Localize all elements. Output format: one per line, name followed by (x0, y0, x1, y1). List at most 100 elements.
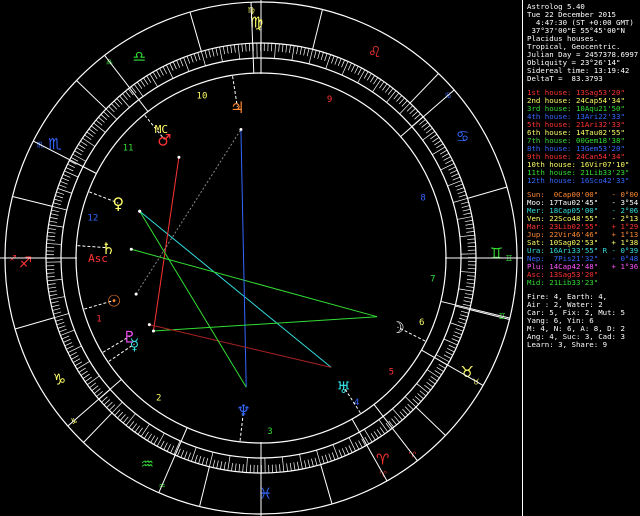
degree-tick (190, 54, 194, 63)
degree-tick (286, 463, 288, 472)
degree-tick (392, 408, 403, 421)
degree-tick (230, 45, 233, 54)
degree-tick (348, 437, 356, 452)
degree-tick (281, 44, 284, 53)
degree-tick (137, 427, 143, 435)
degree-tick (393, 92, 400, 100)
degree-tick (296, 46, 299, 55)
degree-tick (119, 414, 126, 421)
degree-tick (435, 354, 450, 363)
degree-tick (385, 422, 391, 430)
house-number: 12 (87, 213, 98, 223)
degree-tick (208, 49, 211, 58)
degree-tick (376, 429, 382, 437)
degree-tick (212, 459, 216, 468)
degree-tick (46, 272, 55, 274)
degree-tick (150, 435, 156, 443)
degree-tick (219, 46, 223, 62)
degree-tick (341, 448, 346, 456)
planet-position-line: Sun: 0Cap00'00" - 0°00' (527, 191, 640, 199)
house-cusp-line: 1st house: 13Sag53'20" (527, 89, 625, 97)
degree-tick (47, 283, 56, 285)
degree-tick (241, 43, 243, 52)
degree-tick (198, 455, 202, 464)
sign-divider (320, 464, 333, 505)
sun-glyph: ☉ (107, 291, 121, 310)
house-number: 7 (430, 274, 435, 284)
aspect-point (151, 329, 155, 333)
degree-tick (281, 456, 285, 472)
jupiter-glyph: ♃ (230, 98, 244, 117)
chart-info-line: Tropical, Geocentric. (527, 43, 621, 51)
degree-tick (434, 370, 442, 376)
inner-disc (77, 74, 445, 442)
house-cusp-line: 9th house: 24Can54'34" (527, 153, 625, 161)
planet-position-line: Mid: 21Lib33'23" (527, 279, 599, 287)
degree-tick (122, 416, 129, 424)
degree-tick (459, 314, 468, 318)
degree-tick (328, 453, 332, 462)
degree-tick (95, 119, 103, 126)
house-cusp-line: 6th house: 14Tau02'55" (527, 129, 625, 137)
degree-tick (53, 202, 62, 206)
degree-tick (363, 71, 369, 79)
aspect-point (177, 155, 181, 159)
degree-tick (163, 442, 168, 450)
element-stats-line: Air : 2, Water: 2 (527, 301, 603, 309)
degree-tick (320, 52, 324, 61)
sign-divider (312, 9, 323, 50)
degree-tick (414, 395, 422, 402)
degree-tick (54, 313, 69, 318)
degree-tick (445, 159, 453, 164)
house-cusp-line: 11th house: 21Lib33'23" (527, 169, 630, 177)
degree-tick (458, 288, 474, 292)
degree-tick (325, 454, 329, 463)
sign-divider (199, 466, 210, 507)
degree-tick (351, 64, 356, 72)
element-stats-line: Yang: 6, Yin: 6 (527, 317, 594, 325)
degree-tick (308, 49, 313, 64)
degree-tick (201, 456, 205, 465)
degree-tick (432, 146, 446, 155)
degree-tick (46, 243, 62, 245)
degree-tick (307, 459, 311, 468)
degree-tick (98, 116, 105, 123)
degree-tick (87, 375, 100, 385)
degree-tick (193, 53, 197, 62)
degree-tick (88, 128, 96, 135)
degree-tick (440, 163, 455, 171)
pisces-sign: ♓ (259, 484, 272, 502)
degree-tick (242, 464, 244, 473)
degree-tick (372, 79, 382, 93)
degree-tick (55, 318, 64, 322)
degree-tick (466, 282, 475, 285)
degree-tick (457, 321, 466, 325)
degree-tick (451, 173, 459, 178)
degree-tick (464, 293, 473, 296)
degree-tick (423, 125, 431, 131)
degree-tick (364, 429, 373, 443)
degree-tick (89, 382, 97, 388)
degree-tick (245, 43, 247, 52)
house-number: 1 (96, 315, 101, 325)
degree-tick (436, 143, 444, 149)
house-cusp-line: 7th house: 00Gem18'38" (527, 137, 625, 145)
degree-tick (122, 93, 128, 100)
degree-tick (50, 213, 59, 216)
degree-tick (436, 367, 444, 372)
chart-wheel: ♈♉♊♋♌♍♎♏♐♑♒♓♐♑♒♈♈♉♊♊♋♍♎♏123456789101112☉… (0, 0, 522, 516)
degree-tick (51, 209, 60, 213)
degree-tick (454, 331, 462, 335)
degree-tick (391, 418, 397, 426)
midheaven-label: MC (155, 123, 168, 136)
degree-tick (317, 51, 321, 60)
degree-tick (108, 106, 115, 113)
chart-info-line: 37°37'00"E 55°45'00"N (527, 27, 625, 35)
degree-tick (412, 398, 419, 405)
planet-position-line: Nep: 7Pis21'32" - 0°48' (527, 255, 640, 263)
degree-tick (341, 59, 345, 68)
degree-tick (445, 351, 453, 356)
degree-tick (215, 47, 218, 56)
degree-tick (466, 231, 475, 233)
degree-tick (234, 44, 236, 53)
